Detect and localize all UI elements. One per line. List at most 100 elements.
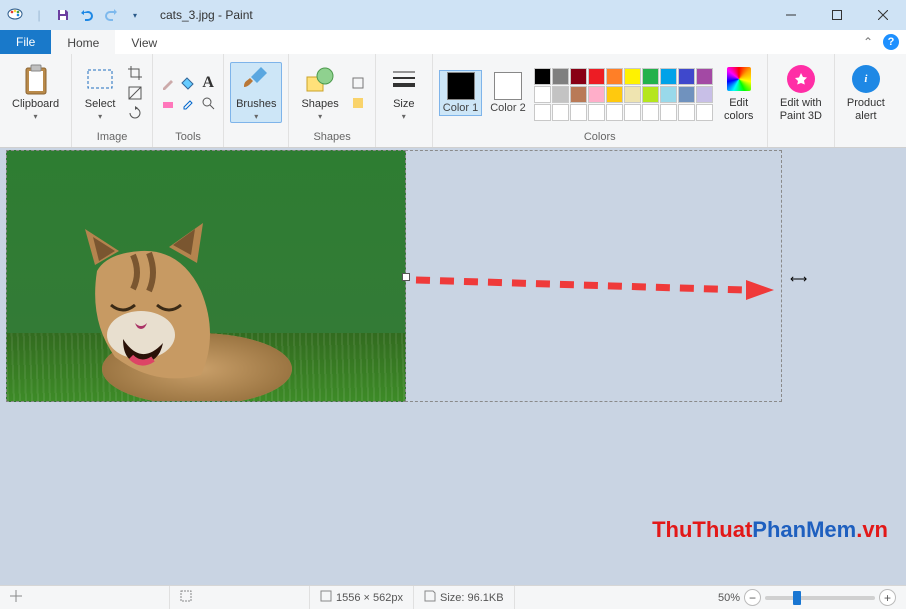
shape-fill-icon[interactable] bbox=[349, 94, 367, 112]
minimize-button[interactable] bbox=[768, 0, 814, 30]
color-swatch[interactable] bbox=[660, 104, 677, 121]
color-swatch[interactable] bbox=[696, 68, 713, 85]
paste-button[interactable]: Clipboard ▾ bbox=[6, 62, 65, 123]
colors-group-label: Colors bbox=[439, 129, 761, 145]
magnifier-icon[interactable] bbox=[199, 94, 217, 112]
crosshair-icon bbox=[10, 590, 22, 605]
image-group-label: Image bbox=[78, 129, 146, 145]
image-tools bbox=[126, 64, 146, 122]
fill-icon[interactable] bbox=[179, 74, 197, 92]
collapse-ribbon-icon[interactable]: ⌃ bbox=[854, 30, 882, 54]
home-tab[interactable]: Home bbox=[51, 30, 115, 54]
color-swatch[interactable] bbox=[534, 68, 551, 85]
size-button[interactable]: Size ▾ bbox=[382, 62, 426, 123]
watermark-part-3: .vn bbox=[856, 517, 888, 542]
image-content[interactable] bbox=[6, 150, 406, 402]
color1-button[interactable]: Color 1 bbox=[439, 70, 482, 116]
zoom-slider-thumb[interactable] bbox=[793, 591, 801, 605]
color-swatch[interactable] bbox=[534, 104, 551, 121]
file-size-cell: Size: 96.1KB bbox=[414, 586, 515, 609]
color-swatch[interactable] bbox=[642, 68, 659, 85]
zoom-slider[interactable] bbox=[765, 596, 875, 600]
shape-style bbox=[349, 74, 369, 112]
color-picker-icon[interactable] bbox=[179, 94, 197, 112]
color-swatch[interactable] bbox=[624, 68, 641, 85]
color1-swatch bbox=[447, 72, 475, 100]
product-alert-button[interactable]: i Product alert bbox=[841, 61, 891, 123]
edit-colors-button[interactable]: Edit colors bbox=[717, 61, 761, 123]
shape-outline-icon[interactable] bbox=[349, 74, 367, 92]
resize-cursor-icon: ⟷ bbox=[790, 272, 807, 286]
color-swatch[interactable] bbox=[552, 104, 569, 121]
select-button[interactable]: Select ▾ bbox=[78, 62, 122, 123]
ribbon-tabs: File Home View ⌃ ? bbox=[0, 30, 906, 54]
rainbow-icon bbox=[727, 67, 751, 91]
color-swatch[interactable] bbox=[570, 86, 587, 103]
resize-icon[interactable] bbox=[126, 84, 144, 102]
disk-icon bbox=[424, 590, 436, 605]
qat-customize-dropdown[interactable]: ▾ bbox=[126, 6, 144, 24]
color-swatch[interactable] bbox=[606, 104, 623, 121]
color-swatch[interactable] bbox=[588, 68, 605, 85]
undo-icon[interactable] bbox=[78, 6, 96, 24]
product-alert-group: i Product alert . bbox=[835, 54, 897, 147]
color-swatch[interactable] bbox=[570, 104, 587, 121]
color-swatch[interactable] bbox=[678, 104, 695, 121]
color2-button[interactable]: Color 2 bbox=[486, 70, 529, 116]
color-swatch[interactable] bbox=[552, 86, 569, 103]
crop-icon[interactable] bbox=[126, 64, 144, 82]
color-swatch[interactable] bbox=[534, 86, 551, 103]
canvas-side-handle[interactable] bbox=[402, 273, 410, 281]
zoom-in-button[interactable]: + bbox=[879, 589, 896, 606]
annotation-drag-arrow bbox=[416, 272, 764, 292]
image-group: Select ▾ Image bbox=[72, 54, 153, 147]
color2-label: Color 2 bbox=[490, 102, 525, 114]
rotate-icon[interactable] bbox=[126, 104, 144, 122]
window-controls bbox=[768, 0, 906, 30]
line-weight-icon bbox=[388, 64, 420, 96]
color-swatch[interactable] bbox=[696, 104, 713, 121]
help-button[interactable]: ? bbox=[882, 30, 906, 54]
select-icon bbox=[84, 64, 116, 96]
zoom-out-button[interactable]: − bbox=[744, 589, 761, 606]
close-button[interactable] bbox=[860, 0, 906, 30]
size-label: Size bbox=[393, 98, 414, 110]
help-icon: ? bbox=[883, 34, 899, 50]
color-swatch[interactable] bbox=[588, 104, 605, 121]
redo-icon[interactable] bbox=[102, 6, 120, 24]
color-swatch[interactable] bbox=[588, 86, 605, 103]
brushes-button[interactable]: Brushes ▾ bbox=[230, 62, 282, 123]
eraser-icon[interactable] bbox=[159, 94, 177, 112]
color-swatch[interactable] bbox=[552, 68, 569, 85]
color-swatch[interactable] bbox=[570, 68, 587, 85]
color1-label: Color 1 bbox=[443, 102, 478, 114]
canvas-workspace[interactable]: ⟷ ThuThuatPhanMem.vn bbox=[0, 148, 906, 585]
color-swatch[interactable] bbox=[696, 86, 713, 103]
color-swatch[interactable] bbox=[624, 104, 641, 121]
color-swatch[interactable] bbox=[624, 86, 641, 103]
tools-group-label: Tools bbox=[159, 129, 217, 145]
shapes-button[interactable]: Shapes ▾ bbox=[295, 62, 344, 123]
pencil-icon[interactable] bbox=[159, 74, 177, 92]
maximize-button[interactable] bbox=[814, 0, 860, 30]
color-swatch[interactable] bbox=[678, 86, 695, 103]
shapes-group: Shapes ▾ Shapes bbox=[289, 54, 375, 147]
view-tab[interactable]: View bbox=[115, 30, 173, 54]
color-swatch[interactable] bbox=[678, 68, 695, 85]
color-swatch[interactable] bbox=[606, 86, 623, 103]
paint-app-icon[interactable] bbox=[6, 6, 24, 24]
text-icon[interactable]: A bbox=[199, 74, 217, 92]
brush-icon bbox=[240, 64, 272, 96]
edit-with-paint3d-button[interactable]: Edit with Paint 3D bbox=[774, 61, 828, 123]
color-swatch[interactable] bbox=[642, 104, 659, 121]
tools-group: A Tools bbox=[153, 54, 224, 147]
canvas[interactable] bbox=[6, 150, 406, 402]
save-icon[interactable] bbox=[54, 6, 72, 24]
color-swatch[interactable] bbox=[660, 68, 677, 85]
color-swatch[interactable] bbox=[606, 68, 623, 85]
clipboard-icon bbox=[20, 64, 52, 96]
color-swatch[interactable] bbox=[642, 86, 659, 103]
file-tab[interactable]: File bbox=[0, 30, 51, 54]
color2-swatch bbox=[494, 72, 522, 100]
color-swatch[interactable] bbox=[660, 86, 677, 103]
